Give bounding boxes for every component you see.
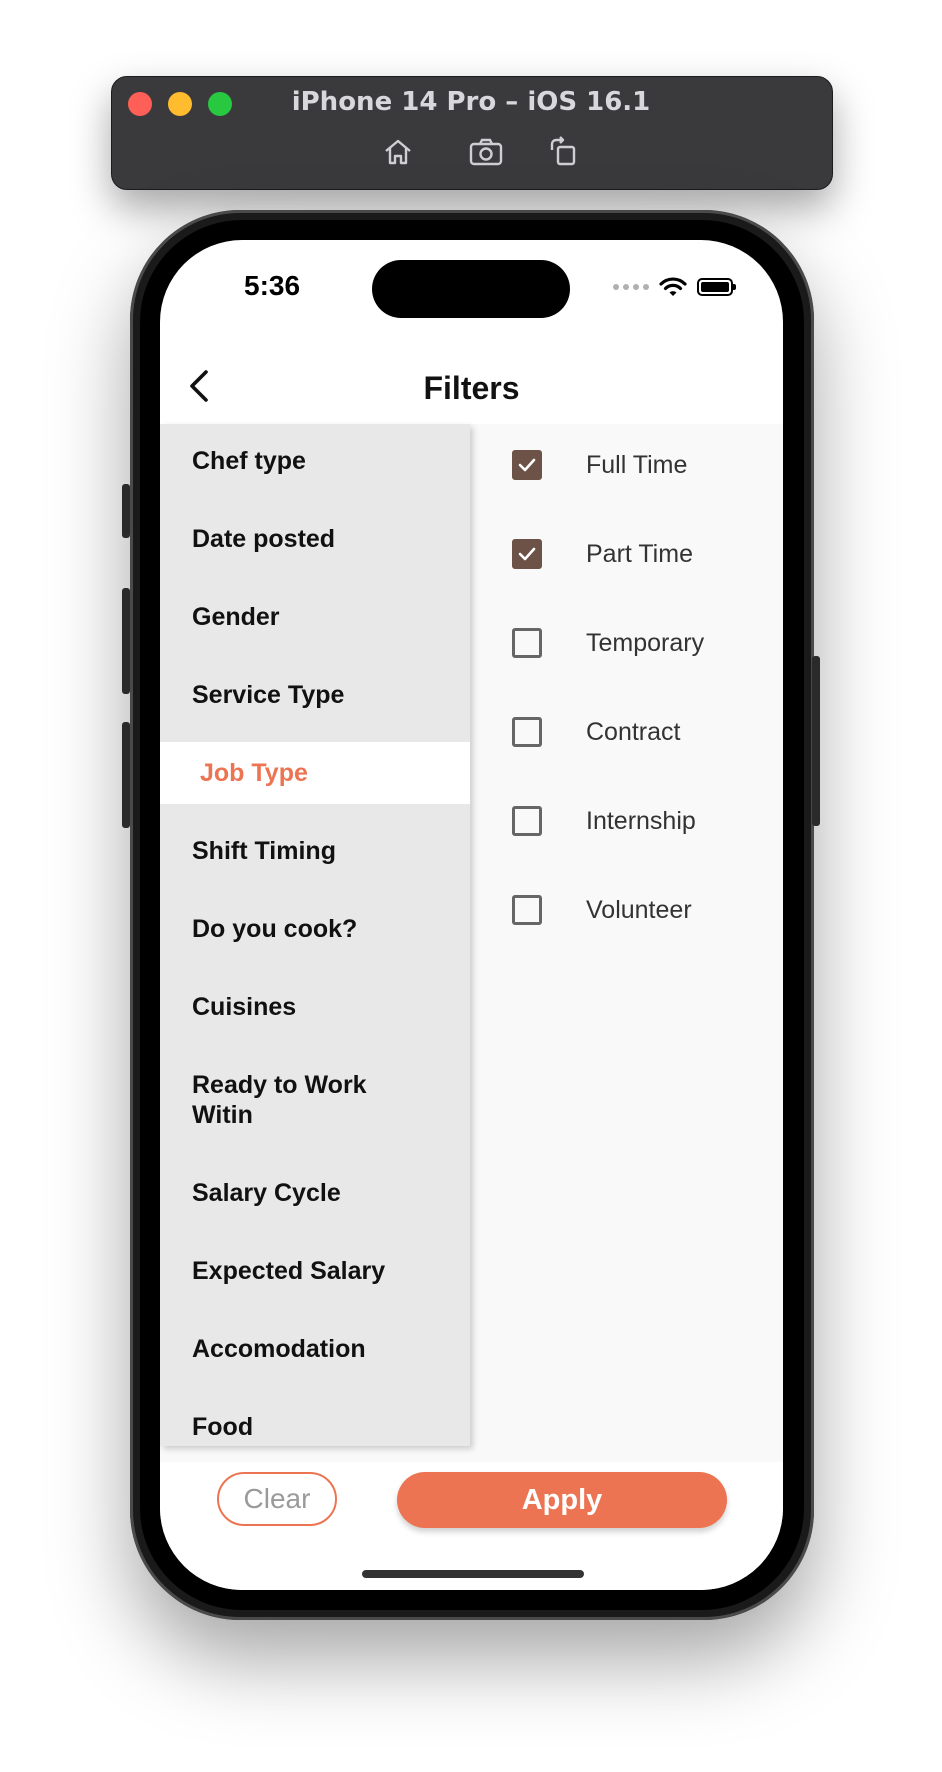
- checkbox-unchecked[interactable]: [512, 628, 542, 658]
- option-label: Part Time: [586, 540, 693, 568]
- option-label: Contract: [586, 718, 681, 746]
- category-salary-cycle[interactable]: Salary Cycle: [160, 1178, 470, 1208]
- phone-screen: 5:36 Filters Chef type Date posted Gende…: [160, 240, 783, 1590]
- mute-switch: [122, 484, 130, 538]
- option-internship[interactable]: Internship: [470, 792, 783, 852]
- option-label: Full Time: [586, 451, 688, 479]
- checkbox-unchecked[interactable]: [512, 806, 542, 836]
- category-expected-salary[interactable]: Expected Salary: [160, 1256, 470, 1286]
- dynamic-island: [372, 260, 570, 318]
- category-do-you-cook[interactable]: Do you cook?: [160, 914, 470, 944]
- category-shift-timing[interactable]: Shift Timing: [160, 836, 470, 866]
- apply-button[interactable]: Apply: [397, 1472, 727, 1528]
- option-contract[interactable]: Contract: [470, 703, 783, 763]
- category-ready-to-work[interactable]: Ready to Work Witin: [160, 1070, 430, 1130]
- category-accomodation[interactable]: Accomodation: [160, 1334, 470, 1364]
- category-food[interactable]: Food: [160, 1412, 470, 1442]
- header-bar: Filters: [160, 350, 783, 424]
- option-temporary[interactable]: Temporary: [470, 614, 783, 674]
- battery-icon: [697, 278, 736, 296]
- simulator-title: iPhone 14 Pro – iOS 16.1: [291, 87, 651, 117]
- volume-up-button: [122, 588, 130, 694]
- home-indicator[interactable]: [362, 1570, 584, 1578]
- option-part-time[interactable]: Part Time: [470, 525, 783, 585]
- category-date-posted[interactable]: Date posted: [160, 524, 470, 554]
- clear-button[interactable]: Clear: [217, 1472, 337, 1526]
- checkmark-icon: [518, 547, 536, 561]
- option-label: Internship: [586, 807, 696, 835]
- wifi-icon: [659, 277, 687, 296]
- category-cuisines[interactable]: Cuisines: [160, 992, 470, 1022]
- rotate-icon[interactable]: [546, 136, 582, 168]
- option-label: Temporary: [586, 629, 705, 657]
- status-icons: [613, 276, 736, 298]
- signal-icon: [613, 284, 649, 290]
- checkbox-unchecked[interactable]: [512, 895, 542, 925]
- checkbox-checked[interactable]: [512, 539, 542, 569]
- checkbox-unchecked[interactable]: [512, 717, 542, 747]
- power-button: [812, 656, 820, 826]
- status-time: 5:36: [244, 270, 301, 301]
- filters-panel: Chef type Date posted Gender Service Typ…: [160, 424, 783, 1462]
- category-chef-type[interactable]: Chef type: [160, 446, 470, 476]
- volume-down-button: [122, 722, 130, 828]
- category-service-type[interactable]: Service Type: [160, 680, 470, 710]
- option-full-time[interactable]: Full Time: [470, 436, 783, 496]
- screenshot-icon[interactable]: [468, 136, 504, 168]
- option-list: Full Time Part Time Temporary Contract I…: [470, 424, 783, 1462]
- category-job-type[interactable]: Job Type: [160, 742, 470, 804]
- category-list: Chef type Date posted Gender Service Typ…: [160, 424, 470, 1446]
- page-title: Filters: [423, 370, 520, 406]
- home-icon[interactable]: [380, 136, 416, 168]
- category-gender[interactable]: Gender: [160, 602, 470, 632]
- option-volunteer[interactable]: Volunteer: [470, 881, 783, 941]
- checkmark-icon: [518, 458, 536, 472]
- option-label: Volunteer: [586, 896, 692, 924]
- checkbox-checked[interactable]: [512, 450, 542, 480]
